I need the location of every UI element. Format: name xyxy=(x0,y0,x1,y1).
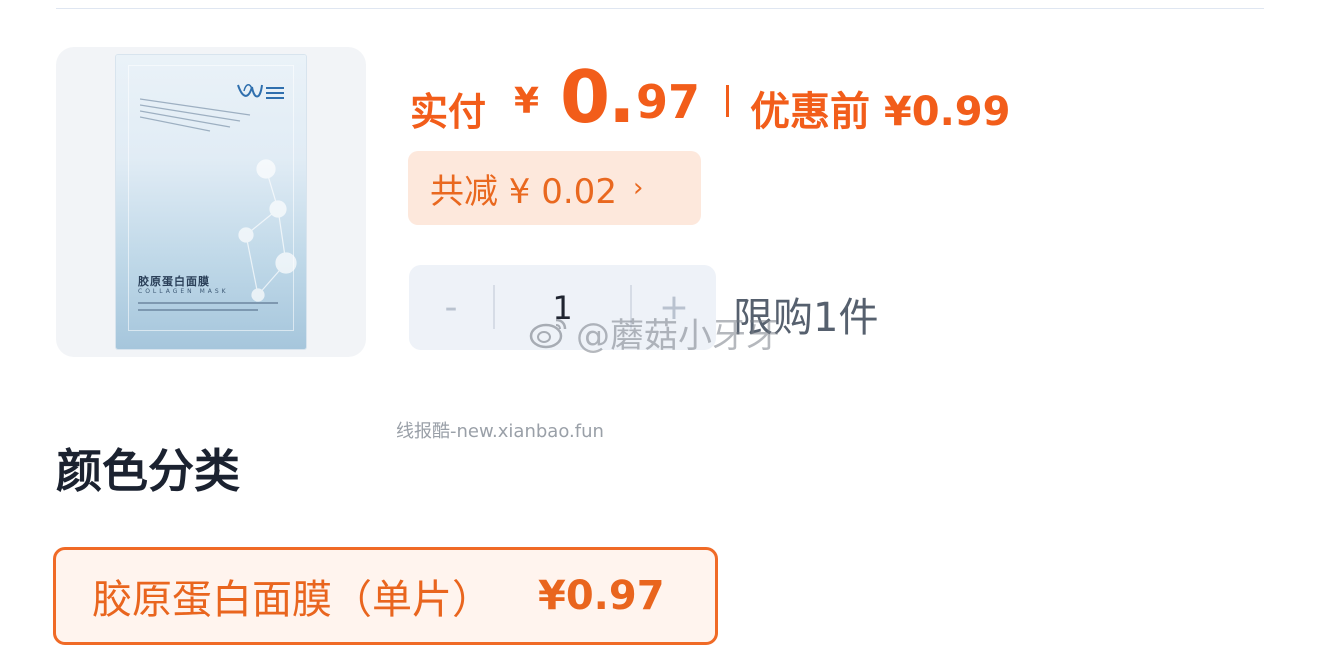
mask-package-graphic: 胶原蛋白面膜 COLLAGEN MASK xyxy=(116,55,306,349)
package-fine-print xyxy=(138,302,278,311)
chevron-right-icon: › xyxy=(632,173,644,203)
discount-detail-button[interactable]: 共减 ¥ 0.02 › xyxy=(408,151,701,225)
price-row: 实付 ¥ 0. 97 优惠前 ¥0.99 xyxy=(410,55,1290,145)
variant-option-selected[interactable]: 胶原蛋白面膜（单片） ¥0.97 xyxy=(53,547,718,645)
discount-text: 共减 ¥ 0.02 xyxy=(430,171,617,212)
product-image[interactable]: 胶原蛋白面膜 COLLAGEN MASK xyxy=(56,47,366,357)
pay-price-decimal: 97 xyxy=(636,75,701,129)
top-divider xyxy=(56,8,1264,9)
original-price: 优惠前 ¥0.99 xyxy=(750,89,1011,135)
variant-label: 胶原蛋白面膜（单片） xyxy=(92,577,492,623)
site-watermark: 线报酷-new.xianbao.fun xyxy=(396,421,604,442)
currency-symbol: ¥ xyxy=(514,81,540,122)
price-separator xyxy=(726,85,729,117)
weibo-logo-icon xyxy=(529,318,567,348)
package-subtitle: COLLAGEN MASK xyxy=(138,288,229,295)
pay-label: 实付 xyxy=(410,90,487,134)
weibo-watermark: @蘑菇小牙牙 xyxy=(528,308,780,357)
package-text-lines xyxy=(140,98,251,132)
package-title: 胶原蛋白面膜 xyxy=(138,275,210,288)
pay-price-integer: 0. xyxy=(560,55,635,139)
decrease-quantity-button[interactable]: - xyxy=(409,265,493,350)
variant-price: ¥0.97 xyxy=(538,573,665,619)
weibo-watermark-text: @蘑菇小牙牙 xyxy=(576,316,780,356)
variant-section-title: 颜色分类 xyxy=(56,444,240,498)
